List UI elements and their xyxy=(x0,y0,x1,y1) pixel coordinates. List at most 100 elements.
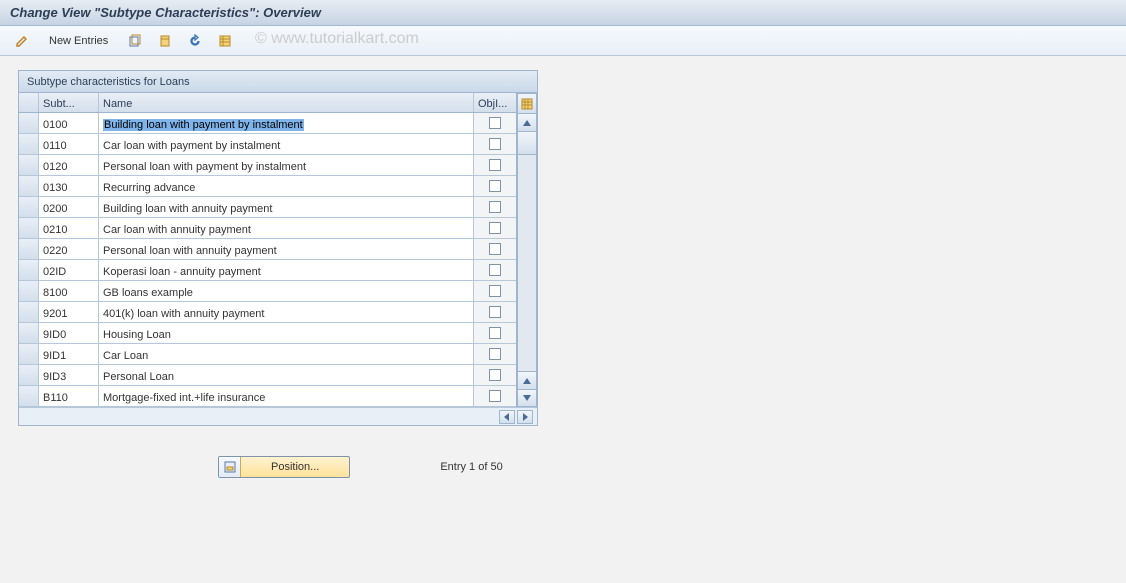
horizontal-scrollbar[interactable] xyxy=(19,407,537,425)
cell-objid xyxy=(474,365,516,385)
cell-name[interactable]: 401(k) loan with annuity payment xyxy=(99,302,474,322)
cell-subtype-code[interactable]: 9201 xyxy=(39,302,99,322)
cell-name[interactable]: Car loan with annuity payment xyxy=(99,218,474,238)
delete-icon[interactable] xyxy=(153,31,177,51)
objid-checkbox[interactable] xyxy=(489,180,501,192)
subtype-grid: Subt... Name ObjI... 0100Building loan w… xyxy=(19,93,517,407)
cell-name[interactable]: Personal loan with payment by instalment xyxy=(99,155,474,175)
cell-name[interactable]: Personal loan with annuity payment xyxy=(99,239,474,259)
undo-icon[interactable] xyxy=(183,31,207,51)
objid-checkbox[interactable] xyxy=(489,348,501,360)
table-row: 9ID1Car Loan xyxy=(19,344,516,365)
cell-objid xyxy=(474,386,516,406)
row-selector[interactable] xyxy=(19,239,39,259)
row-selector[interactable] xyxy=(19,365,39,385)
row-selector[interactable] xyxy=(19,176,39,196)
cell-subtype-code[interactable]: 0110 xyxy=(39,134,99,154)
new-entries-button[interactable]: New Entries xyxy=(40,31,117,51)
table-row: 0120Personal loan with payment by instal… xyxy=(19,155,516,176)
title-bar: Change View "Subtype Characteristics": O… xyxy=(0,0,1126,26)
scroll-thumb[interactable] xyxy=(517,131,537,155)
objid-checkbox[interactable] xyxy=(489,159,501,171)
col-code[interactable]: Subt... xyxy=(39,93,99,112)
table-row: 0110Car loan with payment by instalment xyxy=(19,134,516,155)
position-button[interactable]: Position... xyxy=(218,456,350,478)
cell-subtype-code[interactable]: 0100 xyxy=(39,113,99,133)
objid-checkbox[interactable] xyxy=(489,222,501,234)
subtype-panel: Subtype characteristics for Loans Subt..… xyxy=(18,70,538,426)
objid-checkbox[interactable] xyxy=(489,201,501,213)
table-settings-icon[interactable] xyxy=(517,93,537,113)
row-selector[interactable] xyxy=(19,281,39,301)
cell-subtype-code[interactable]: 9ID1 xyxy=(39,344,99,364)
objid-checkbox[interactable] xyxy=(489,138,501,150)
objid-checkbox[interactable] xyxy=(489,390,501,402)
row-selector[interactable] xyxy=(19,218,39,238)
row-selector[interactable] xyxy=(19,134,39,154)
cell-subtype-code[interactable]: 0220 xyxy=(39,239,99,259)
cell-objid xyxy=(474,197,516,217)
row-selector[interactable] xyxy=(19,260,39,280)
select-all-icon[interactable] xyxy=(213,31,237,51)
grid-header-row: Subt... Name ObjI... xyxy=(19,93,516,113)
cell-objid xyxy=(474,323,516,343)
col-obj[interactable]: ObjI... xyxy=(474,93,516,112)
toggle-change-icon[interactable] xyxy=(10,31,34,51)
scroll-up-icon[interactable] xyxy=(517,113,537,131)
table-row: 02IDKoperasi loan - annuity payment xyxy=(19,260,516,281)
cell-name[interactable]: Building loan with annuity payment xyxy=(99,197,474,217)
objid-checkbox[interactable] xyxy=(489,369,501,381)
row-selector[interactable] xyxy=(19,113,39,133)
objid-checkbox[interactable] xyxy=(489,306,501,318)
vertical-scrollbar[interactable] xyxy=(517,93,537,407)
scroll-down-icon[interactable] xyxy=(517,389,537,407)
cell-name[interactable]: Koperasi loan - annuity payment xyxy=(99,260,474,280)
table-row: 8100GB loans example xyxy=(19,281,516,302)
col-name[interactable]: Name xyxy=(99,93,474,112)
scroll-left-icon[interactable] xyxy=(499,410,515,424)
scroll-right-icon[interactable] xyxy=(517,410,533,424)
objid-checkbox[interactable] xyxy=(489,243,501,255)
row-selector[interactable] xyxy=(19,386,39,406)
panel-title: Subtype characteristics for Loans xyxy=(19,71,537,93)
table-row: 9ID0Housing Loan xyxy=(19,323,516,344)
row-selector[interactable] xyxy=(19,344,39,364)
page-title: Change View "Subtype Characteristics": O… xyxy=(10,5,321,20)
cell-objid xyxy=(474,281,516,301)
row-selector[interactable] xyxy=(19,302,39,322)
cell-subtype-code[interactable]: 02ID xyxy=(39,260,99,280)
table-row: 9ID3Personal Loan xyxy=(19,365,516,386)
scroll-track[interactable] xyxy=(517,155,537,371)
objid-checkbox[interactable] xyxy=(489,327,501,339)
cell-subtype-code[interactable]: 9ID3 xyxy=(39,365,99,385)
cell-subtype-code[interactable]: B110 xyxy=(39,386,99,406)
position-icon xyxy=(219,457,241,477)
cell-subtype-code[interactable]: 9ID0 xyxy=(39,323,99,343)
cell-objid xyxy=(474,113,516,133)
cell-name[interactable]: Personal Loan xyxy=(99,365,474,385)
cell-name[interactable]: Recurring advance xyxy=(99,176,474,196)
scroll-up2-icon[interactable] xyxy=(517,371,537,389)
position-label: Position... xyxy=(241,461,349,473)
cell-subtype-code[interactable]: 0210 xyxy=(39,218,99,238)
cell-subtype-code[interactable]: 8100 xyxy=(39,281,99,301)
cell-name[interactable]: Car loan with payment by instalment xyxy=(99,134,474,154)
copy-as-icon[interactable] xyxy=(123,31,147,51)
cell-subtype-code[interactable]: 0120 xyxy=(39,155,99,175)
objid-checkbox[interactable] xyxy=(489,285,501,297)
row-selector[interactable] xyxy=(19,323,39,343)
row-selector[interactable] xyxy=(19,155,39,175)
table-row: 0100Building loan with payment by instal… xyxy=(19,113,516,134)
cell-name[interactable]: GB loans example xyxy=(99,281,474,301)
cell-subtype-code[interactable]: 0200 xyxy=(39,197,99,217)
cell-name[interactable]: Building loan with payment by instalment xyxy=(99,113,474,133)
objid-checkbox[interactable] xyxy=(489,117,501,129)
cell-name[interactable]: Housing Loan xyxy=(99,323,474,343)
objid-checkbox[interactable] xyxy=(489,264,501,276)
cell-subtype-code[interactable]: 0130 xyxy=(39,176,99,196)
cell-name[interactable]: Mortgage-fixed int.+life insurance xyxy=(99,386,474,406)
col-selector[interactable] xyxy=(19,93,39,112)
row-selector[interactable] xyxy=(19,197,39,217)
cell-objid xyxy=(474,344,516,364)
cell-name[interactable]: Car Loan xyxy=(99,344,474,364)
